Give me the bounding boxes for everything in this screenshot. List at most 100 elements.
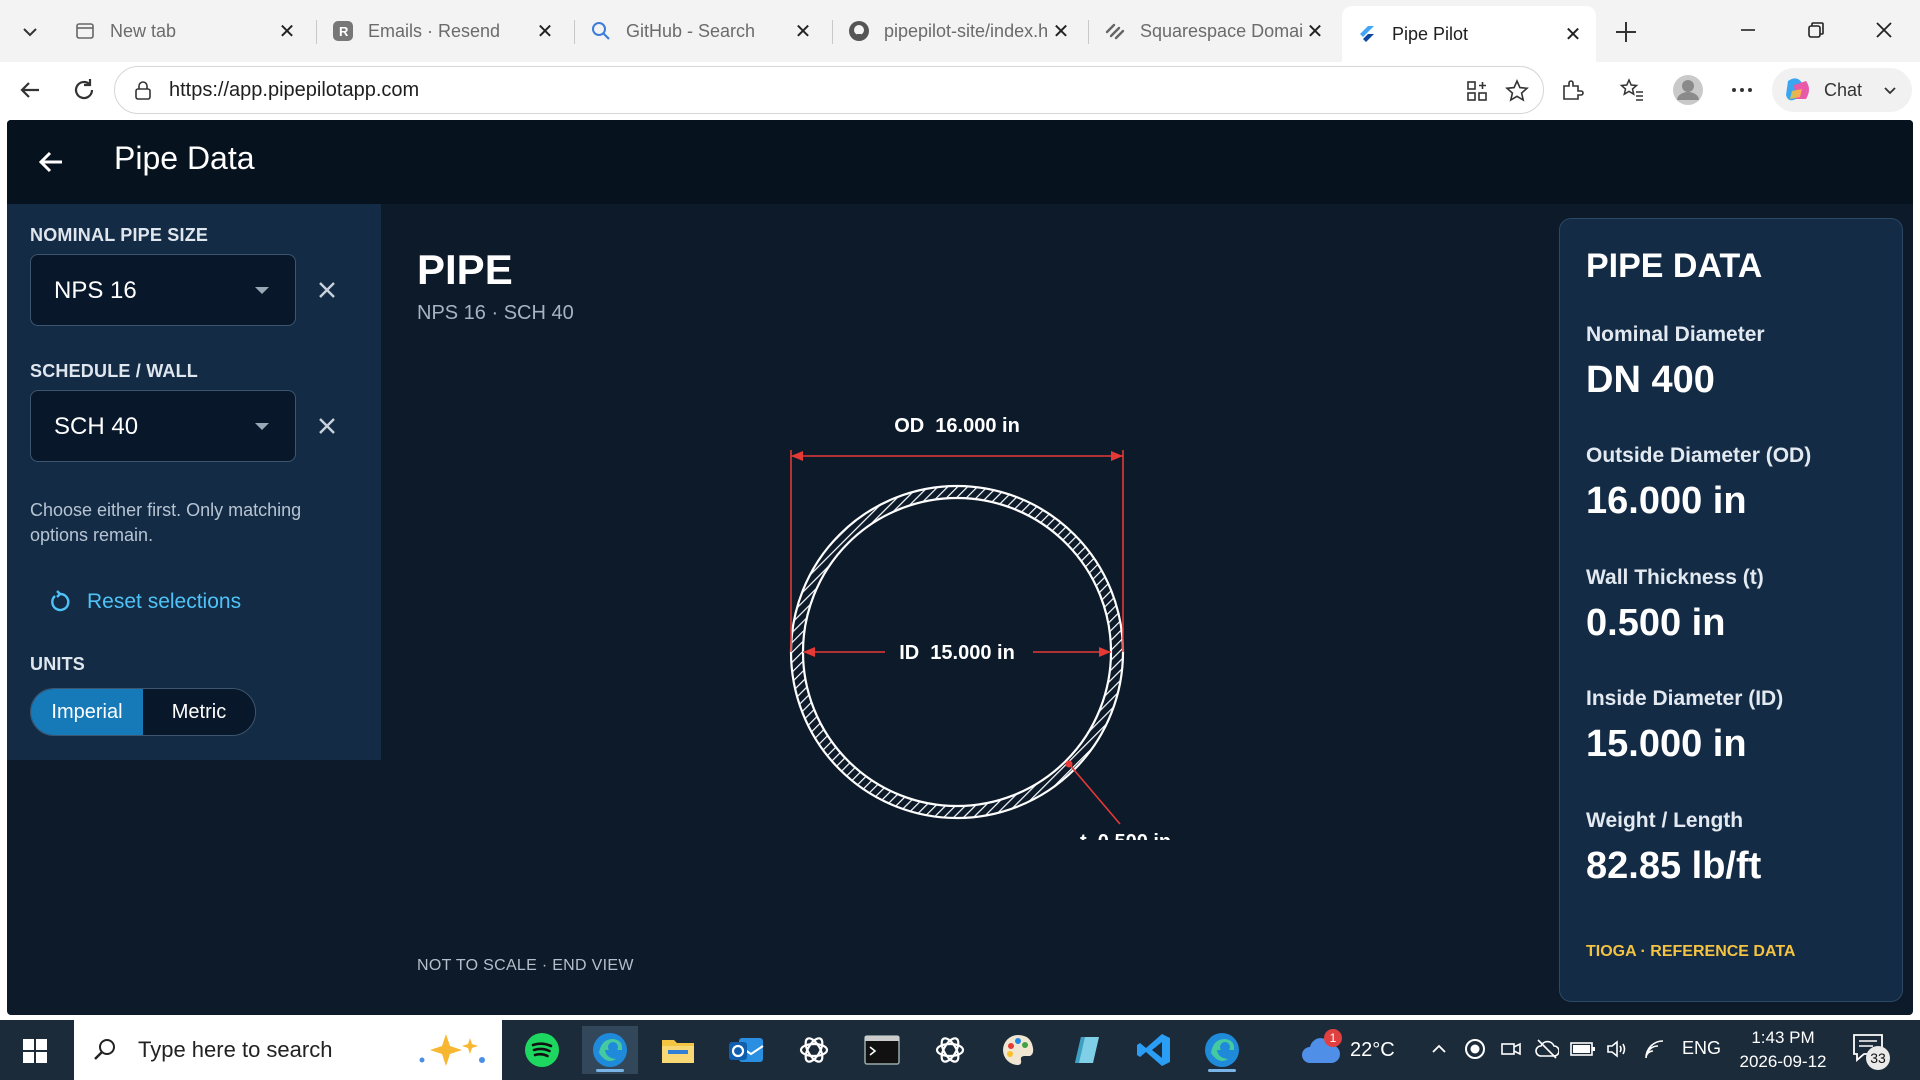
arrow-left-icon bbox=[20, 82, 39, 98]
units-metric-option[interactable]: Metric bbox=[143, 689, 255, 735]
taskbar-edge-2[interactable] bbox=[1194, 1026, 1250, 1074]
diagram-subtitle: NPS 16 · SCH 40 bbox=[417, 302, 574, 324]
taskbar-file-explorer[interactable] bbox=[650, 1026, 706, 1074]
squarespace-icon bbox=[1104, 20, 1126, 42]
video-icon bbox=[1501, 1042, 1521, 1056]
taskbar-chatgpt-2[interactable] bbox=[922, 1026, 978, 1074]
close-window-button[interactable] bbox=[1858, 10, 1910, 50]
tab-actions-menu-button[interactable] bbox=[8, 10, 52, 54]
copilot-chat-button[interactable]: Chat bbox=[1772, 68, 1912, 112]
tab-github-search[interactable]: GitHub - Search ✕ bbox=[576, 12, 826, 50]
address-bar[interactable]: https://app.pipepilotapp.com bbox=[114, 66, 1544, 114]
wall-thickness-value: 0.500 in bbox=[1586, 602, 1726, 644]
app-available-icon[interactable] bbox=[1461, 75, 1493, 107]
tray-network-off-icon[interactable] bbox=[1532, 1034, 1562, 1064]
extensions-button[interactable] bbox=[1552, 70, 1592, 110]
units-toggle[interactable]: Imperial Metric bbox=[30, 688, 256, 736]
t-label: t 0.500 in bbox=[1080, 831, 1171, 840]
start-button[interactable] bbox=[14, 1030, 56, 1072]
taskbar-clock[interactable]: 1:43 PM 2026-09-12 bbox=[1730, 1026, 1836, 1074]
close-icon[interactable]: ✕ bbox=[532, 18, 558, 44]
new-tab-button[interactable] bbox=[1606, 12, 1646, 52]
tray-volume-icon[interactable] bbox=[1602, 1034, 1632, 1064]
profile-button[interactable] bbox=[1668, 70, 1708, 110]
weight-length-value: 82.85 lb/ft bbox=[1586, 845, 1762, 887]
tab-pipepilot-site[interactable]: pipepilot-site/index.h ✕ bbox=[834, 12, 1084, 50]
favorite-star-icon[interactable] bbox=[1501, 75, 1533, 107]
favorites-list-icon bbox=[1619, 78, 1643, 101]
outlook-icon bbox=[729, 1038, 764, 1062]
weather-temperature: 22°C bbox=[1350, 1038, 1395, 1061]
schedule-dropdown[interactable]: SCH 40 bbox=[30, 390, 296, 462]
tray-overflow-button[interactable] bbox=[1424, 1034, 1454, 1064]
tab-separator bbox=[316, 20, 317, 44]
outside-diameter-value: 16.000 in bbox=[1586, 480, 1747, 522]
wall-thickness-label: Wall Thickness (t) bbox=[1586, 566, 1764, 589]
taskbar-app-blue[interactable] bbox=[1058, 1026, 1114, 1074]
nps-dropdown[interactable]: NPS 16 bbox=[30, 254, 296, 326]
refresh-icon bbox=[74, 79, 94, 100]
nps-label: NOMINAL PIPE SIZE bbox=[30, 225, 209, 245]
close-icon[interactable]: ✕ bbox=[1048, 18, 1074, 44]
taskbar-spotify[interactable] bbox=[514, 1026, 570, 1074]
svg-text:R: R bbox=[339, 24, 349, 39]
favorites-button[interactable] bbox=[1612, 70, 1652, 110]
units-imperial-option[interactable]: Imperial bbox=[31, 689, 143, 735]
refresh-button[interactable] bbox=[64, 70, 104, 110]
close-icon[interactable]: ✕ bbox=[790, 18, 816, 44]
tab-title: GitHub - Search bbox=[626, 20, 756, 41]
card-title: PIPE DATA bbox=[1586, 247, 1763, 285]
tray-wifi-icon[interactable] bbox=[1640, 1034, 1670, 1064]
taskbar-edge[interactable] bbox=[582, 1026, 638, 1074]
tab-squarespace-domain[interactable]: Squarespace Domain ✕ bbox=[1090, 12, 1338, 50]
tray-battery-icon[interactable] bbox=[1568, 1034, 1598, 1064]
taskbar-search[interactable]: Type here to search bbox=[74, 1020, 502, 1080]
taskbar-vscode[interactable] bbox=[1126, 1026, 1182, 1074]
close-icon[interactable]: ✕ bbox=[274, 18, 300, 44]
notification-count-badge: 33 bbox=[1866, 1046, 1890, 1070]
chevron-up-icon bbox=[1432, 1044, 1446, 1053]
diagram-title: PIPE bbox=[417, 246, 513, 293]
notepad-icon bbox=[1075, 1037, 1099, 1063]
speaker-icon bbox=[1607, 1040, 1626, 1058]
clear-schedule-button[interactable] bbox=[307, 406, 347, 446]
url-text[interactable]: https://app.pipepilotapp.com bbox=[169, 79, 419, 102]
inside-diameter-label: Inside Diameter (ID) bbox=[1586, 687, 1784, 710]
taskbar-chatgpt[interactable] bbox=[786, 1026, 842, 1074]
clear-nps-button[interactable] bbox=[307, 270, 347, 310]
browser-toolbar: https://app.pipepilotapp.com Chat bbox=[0, 62, 1920, 118]
github-icon bbox=[848, 20, 870, 42]
tab-new-tab[interactable]: New tab ✕ bbox=[60, 12, 310, 50]
windows-taskbar: Type here to search 1 22°C ENG 1:43 PM 2… bbox=[0, 1020, 1920, 1080]
taskbar-terminal[interactable] bbox=[854, 1026, 910, 1074]
taskbar-paint[interactable] bbox=[990, 1026, 1046, 1074]
close-icon[interactable]: ✕ bbox=[1560, 21, 1586, 47]
tab-title: Squarespace Domain bbox=[1140, 20, 1302, 41]
reset-icon bbox=[47, 589, 73, 615]
weather-widget[interactable]: 1 22°C bbox=[1300, 1029, 1395, 1070]
tab-emails-resend[interactable]: R Emails · Resend ✕ bbox=[318, 12, 568, 50]
tray-record-icon[interactable] bbox=[1460, 1034, 1490, 1064]
restore-button[interactable] bbox=[1790, 10, 1842, 50]
taskbar-outlook[interactable] bbox=[718, 1026, 774, 1074]
puzzle-icon bbox=[1563, 80, 1584, 100]
schedule-dropdown-value: SCH 40 bbox=[54, 413, 139, 440]
tray-meet-icon[interactable] bbox=[1496, 1034, 1526, 1064]
terminal-icon bbox=[864, 1035, 900, 1065]
close-icon[interactable]: ✕ bbox=[1302, 18, 1328, 44]
nps-dropdown-value: NPS 16 bbox=[54, 277, 137, 304]
reset-selections-button[interactable]: Reset selections bbox=[47, 582, 241, 622]
cloud-off-icon bbox=[1535, 1039, 1559, 1059]
wall-thickness-leader bbox=[1065, 760, 1121, 825]
minimize-button[interactable] bbox=[1722, 10, 1774, 50]
close-icon bbox=[319, 282, 335, 298]
notification-center-button[interactable]: 33 bbox=[1852, 1032, 1892, 1072]
input-language[interactable]: ENG bbox=[1682, 1038, 1721, 1059]
back-button[interactable] bbox=[10, 70, 50, 110]
lock-icon[interactable] bbox=[131, 78, 155, 102]
app-back-button[interactable] bbox=[31, 142, 71, 182]
search-icon bbox=[590, 20, 612, 42]
tab-pipe-pilot[interactable]: Pipe Pilot ✕ bbox=[1342, 6, 1596, 62]
battery-icon bbox=[1570, 1042, 1595, 1056]
more-menu-button[interactable] bbox=[1722, 70, 1762, 110]
